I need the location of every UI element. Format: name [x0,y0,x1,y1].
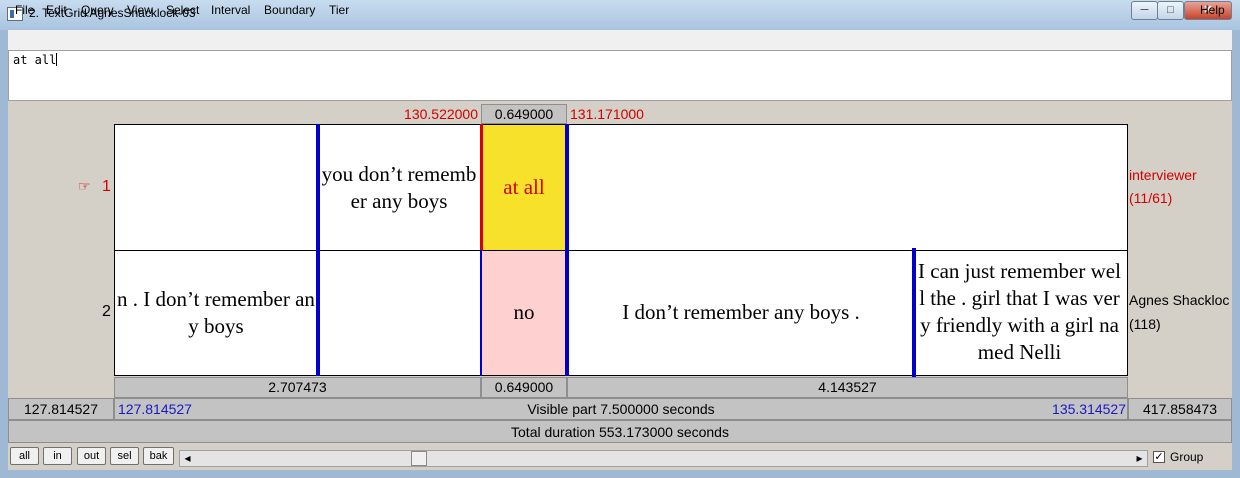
tier2-number: 2 [102,303,111,320]
interval-tier2-i-dont-remember-any-boys[interactable]: I don’t remember any boys . [569,299,913,326]
horizontal-scrollbar[interactable] [179,450,1148,467]
scroll-left-arrow[interactable]: ◂ [180,451,195,466]
boundary-tier2-d[interactable] [912,248,916,377]
tier1-name: interviewer [1129,167,1197,183]
duration-right: 4.143527 [818,379,877,395]
duration-mid: 0.649000 [494,379,554,395]
boundary-tier2-b[interactable] [480,250,482,376]
group-checkbox[interactable]: ✓ [1153,451,1165,463]
selection-duration: 0.649000 [494,106,554,122]
left-outer-time: 127.814527 [24,401,98,417]
scroll-right-arrow[interactable]: ▸ [1132,451,1147,466]
scrollbar-thumb[interactable] [411,451,427,466]
boundary-tier2-a[interactable] [316,250,320,376]
menu-boundary[interactable]: Boundary [264,3,315,17]
text-caret [56,53,58,66]
menu-select[interactable]: Select [166,3,199,17]
boundary-tier2-c[interactable] [565,250,569,376]
menu-edit[interactable]: Edit [46,3,67,17]
menu-help[interactable]: Help [1200,3,1225,17]
interval-text-field[interactable]: at all [8,50,1232,101]
visible-part-label: Visible part 7.500000 seconds [527,401,715,417]
interval-tier1-you-dont-remember[interactable]: you don’t remember any boys [319,161,479,215]
tier2-count: (118) [1129,316,1161,332]
menu-view[interactable]: View [127,3,153,17]
interval-tier1-at-all[interactable]: at all [481,174,567,201]
zoom-back-button[interactable]: bak [143,447,174,465]
selection-start-time: 130.522000 [404,106,478,122]
visible-end-time: 135.314527 [1052,401,1126,417]
tier2-name: Agnes Shackloc [1129,292,1230,308]
tier1-number: 1 [102,178,111,195]
menu-file[interactable]: File [15,3,34,17]
interval-tier2-i-dont-remember[interactable]: n . I don’t remember any boys [115,286,317,340]
total-duration-label: Total duration 553.173000 seconds [511,424,729,440]
zoom-selection-button[interactable]: sel [110,447,139,465]
zoom-in-button[interactable]: in [43,447,72,465]
menu-query[interactable]: Query [81,3,114,17]
tier1-count: (11/61) [1129,190,1173,206]
selection-end-time: 131.171000 [570,106,644,122]
interval-text-value: at all [13,53,57,67]
right-outer-time: 417.858473 [1143,401,1217,417]
boundary-tier1-selection-end[interactable] [565,124,569,251]
menu-interval[interactable]: Interval [211,3,250,17]
boundary-tier1-selection-start[interactable] [480,124,483,251]
interval-tier2-no[interactable]: no [481,299,567,326]
tier-1[interactable] [114,124,1128,251]
zoom-out-button[interactable]: out [77,447,106,465]
menu-tier[interactable]: Tier [329,3,349,17]
minimize-button[interactable]: ─ [1131,1,1158,20]
interval-tier2-i-can-just-remember[interactable]: I can just remember well the . girl that… [917,258,1122,366]
menu-bar [8,30,1232,50]
group-checkbox-label: Group [1170,450,1204,464]
zoom-all-button[interactable]: all [10,447,39,465]
boundary-tier1-a[interactable] [316,124,320,251]
tier1-pointer-icon: ☞ [78,178,91,194]
duration-left: 2.707473 [268,379,327,395]
maximize-button[interactable]: □ [1157,1,1184,20]
